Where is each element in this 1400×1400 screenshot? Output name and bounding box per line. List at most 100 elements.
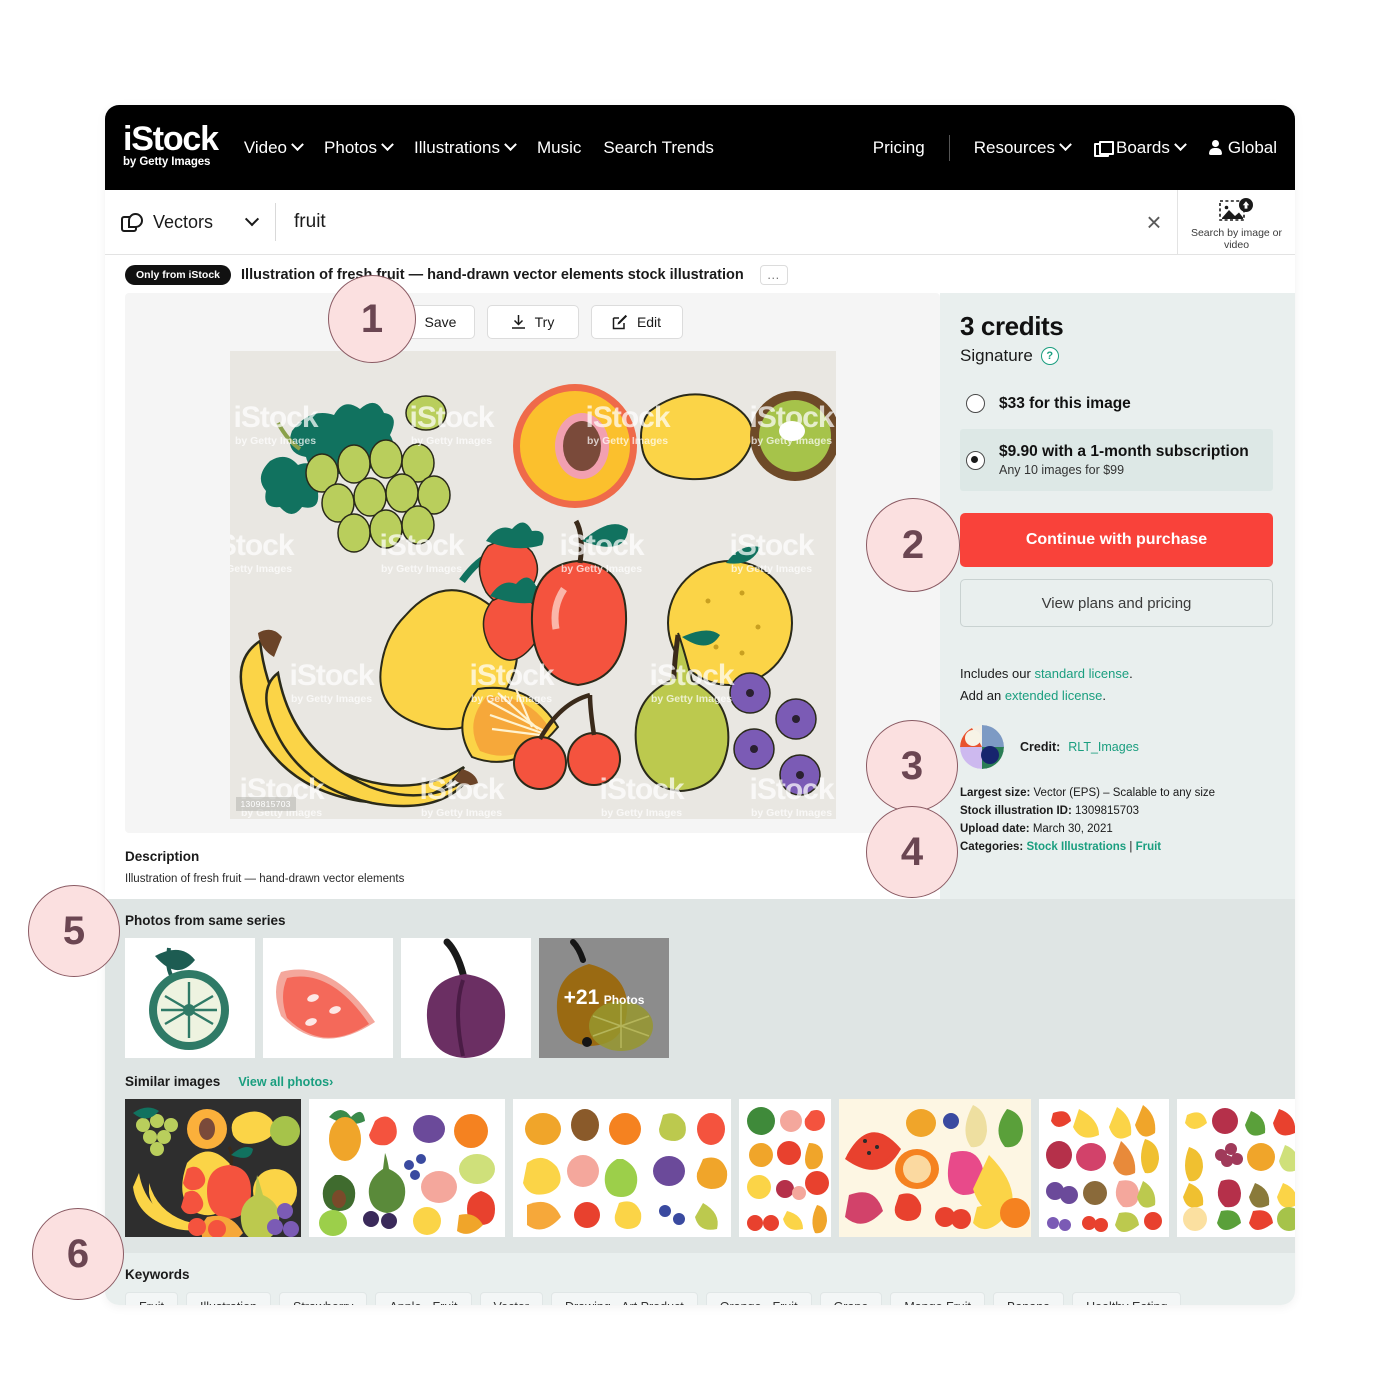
meta-upload-date-key: Upload date: [960, 822, 1030, 835]
credits-amount: 3 credits [960, 311, 1064, 341]
nav-label-global: Global [1227, 137, 1277, 157]
asset-preview-image[interactable]: iStock by Getty Images iStock by Getty Ima… [229, 351, 836, 819]
similar-image-thumbnail[interactable] [839, 1099, 1031, 1237]
nav-item-boards[interactable]: Boards [1093, 137, 1187, 158]
primary-nav-links: Video Photos Illustrations Music Search … [244, 138, 714, 158]
view-all-photos-link[interactable]: View all photos› [238, 1075, 333, 1089]
continue-with-purchase-button[interactable]: Continue with purchase [960, 513, 1273, 567]
extended-license-link[interactable]: extended license [1005, 688, 1103, 703]
try-button-label: Try [534, 314, 555, 330]
price-option-subscription[interactable]: $9.90 with a 1-month subscription Any 10… [960, 429, 1273, 491]
nav-item-global[interactable]: Global [1208, 137, 1277, 158]
meta-stock-id-value: 1309815703 [1071, 805, 1139, 817]
similar-image-thumbnail[interactable] [513, 1099, 731, 1237]
view-plans-and-pricing-button[interactable]: View plans and pricing [960, 579, 1273, 627]
similar-image-thumbnail[interactable] [1177, 1099, 1295, 1237]
edit-button-label: Edit [636, 314, 662, 330]
pencil-icon [612, 314, 628, 330]
keyword-chip[interactable]: Healthy Eating [1072, 1292, 1182, 1305]
avatar-graphic [960, 725, 1004, 770]
search-by-image-button[interactable]: Search by image or video [1177, 190, 1295, 254]
similar-art-7 [1177, 1099, 1295, 1237]
nav-item-photos[interactable]: Photos [324, 138, 394, 158]
category-link-stock-illustrations[interactable]: Stock Illustrations [1026, 841, 1126, 853]
clear-search-icon[interactable]: × [1131, 207, 1177, 238]
description-block: Description Illustration of fresh fruit … [125, 833, 940, 899]
extended-license-line: Add an extended license. [960, 685, 1273, 707]
series-and-similar-section: Photos from same series +21 Photos Simil… [105, 899, 1295, 1253]
image-id-watermark: 1309815703 [235, 797, 296, 811]
search-type-label: Vectors [153, 211, 214, 232]
tier-label: Signature [960, 346, 1033, 365]
search-type-dropdown[interactable]: Vectors [105, 190, 275, 254]
keyword-chip[interactable]: Orange - Fruit [705, 1292, 812, 1305]
keyword-chip[interactable]: Apple - Fruit [375, 1292, 472, 1305]
keyword-chip[interactable]: Grape [819, 1292, 883, 1305]
nav-item-music[interactable]: Music [537, 138, 581, 158]
logo-byline: by Getty Images [123, 156, 211, 169]
save-button-label: Save [424, 314, 457, 330]
nav-item-resources[interactable]: Resources [974, 138, 1072, 158]
similar-images-row [125, 1099, 1295, 1237]
nav-label-video: Video [243, 137, 288, 157]
standard-license-link[interactable]: standard license [1034, 666, 1129, 681]
keyword-chip[interactable]: Banana [993, 1292, 1065, 1305]
radio-single-image[interactable] [966, 394, 985, 413]
similar-art-5 [839, 1099, 1031, 1237]
annotation-marker-4: 4 [866, 806, 958, 898]
similar-image-thumbnail[interactable] [739, 1099, 831, 1237]
more-options-button[interactable]: … [759, 265, 788, 285]
nav-label-music: Music [536, 137, 582, 157]
keyword-chip[interactable]: Fruit [125, 1292, 178, 1305]
avatar[interactable] [960, 725, 1004, 770]
radio-subscription[interactable] [966, 450, 985, 470]
preview-panel: Save Try Edit iStock by Getty Images iSt… [125, 293, 940, 833]
keyword-chip[interactable]: Drawing - Art Product [550, 1292, 698, 1305]
nav-label-boards: Boards [1115, 137, 1170, 157]
category-link-fruit[interactable]: Fruit [1136, 841, 1162, 853]
similar-image-thumbnail[interactable] [125, 1099, 301, 1237]
asset-action-bar: Save Try Edit [125, 305, 940, 339]
chevron-down-icon [291, 138, 304, 152]
description-heading: Description [125, 849, 200, 864]
keywords-section: Keywords Fruit Illustration Strawberry A… [105, 1253, 1295, 1305]
nav-label-pricing: Pricing [872, 137, 925, 157]
series-thumbnail[interactable] [263, 938, 393, 1058]
nav-item-search-trends[interactable]: Search Trends [603, 138, 714, 158]
license-line2-post: . [1102, 688, 1107, 704]
keyword-chip[interactable]: Mango Fruit [890, 1292, 986, 1305]
similar-art-4 [739, 1099, 831, 1237]
person-icon [1208, 140, 1222, 155]
series-more-thumbnail[interactable]: +21 Photos [539, 938, 669, 1058]
nav-item-pricing[interactable]: Pricing [873, 138, 925, 158]
contributor-row: Credit: RLT_Images [960, 725, 1273, 770]
meta-upload-date: Upload date: March 30, 2021 [960, 821, 1273, 839]
help-icon[interactable]: ? [1040, 347, 1059, 365]
meta-stock-id-key: Stock illustration ID: [960, 805, 1072, 817]
keywords-heading: Keywords [125, 1267, 190, 1282]
image-upload-icon [1218, 197, 1253, 221]
credit-label: Credit: [1020, 740, 1061, 755]
try-button[interactable]: Try [486, 305, 579, 339]
standard-license-line: Includes our standard license. [960, 663, 1273, 685]
nav-item-video[interactable]: Video [243, 137, 304, 158]
series-thumbnail[interactable] [125, 938, 255, 1058]
price-option-subscription-label: $9.90 with a 1-month subscription [999, 443, 1249, 460]
nav-divider [948, 134, 950, 161]
keyword-chip[interactable]: Illustration [186, 1292, 271, 1305]
search-input[interactable] [294, 211, 1131, 233]
series-thumbnails: +21 Photos [125, 938, 1275, 1058]
similar-image-thumbnail[interactable] [1039, 1099, 1169, 1237]
more-photos-count: +21 [563, 986, 600, 1009]
similar-image-thumbnail[interactable] [309, 1099, 505, 1237]
chevron-down-icon [504, 138, 517, 152]
price-option-single[interactable]: $33 for this image [960, 392, 1273, 415]
keyword-chip[interactable]: Vector [479, 1292, 543, 1305]
istock-logo[interactable]: iStock by Getty Images [123, 122, 219, 173]
edit-button[interactable]: Edit [590, 305, 683, 339]
nav-item-illustrations[interactable]: Illustrations [414, 138, 517, 158]
series-thumbnail[interactable] [401, 938, 531, 1058]
keyword-chip[interactable]: Strawberry [278, 1292, 368, 1305]
asset-title-bar: Only from iStock Illustration of fresh f… [105, 255, 1295, 293]
credit-value-link[interactable]: RLT_Images [1068, 740, 1139, 754]
